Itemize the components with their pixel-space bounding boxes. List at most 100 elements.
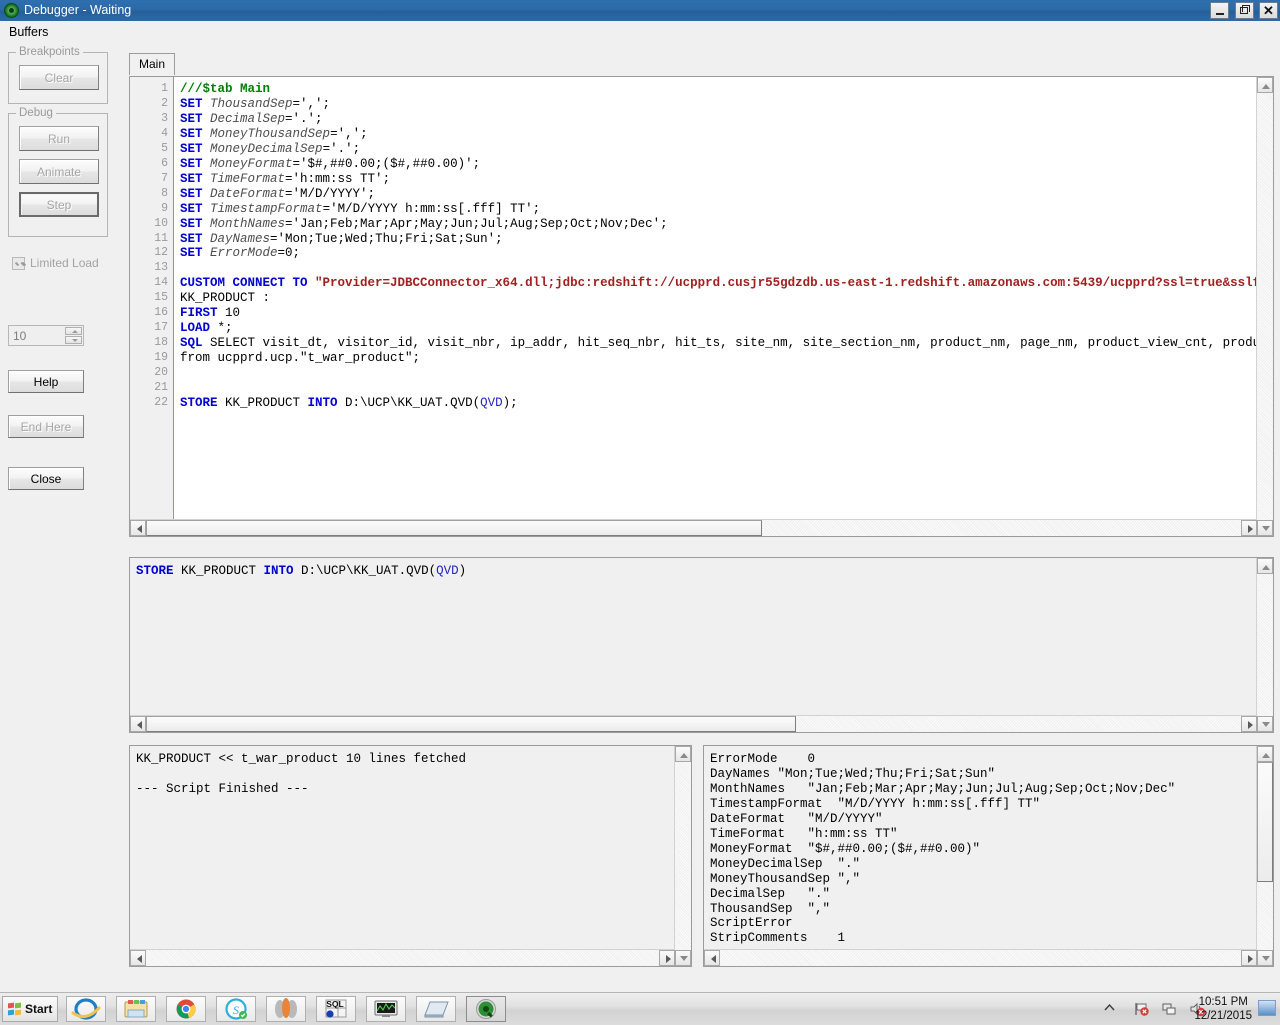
taskbar-item-qlikview[interactable] xyxy=(466,996,506,1022)
scroll-left-icon[interactable] xyxy=(130,716,146,732)
code-line[interactable]: SET DateFormat='M/D/YYYY'; xyxy=(180,187,375,201)
script-output-pane[interactable]: KK_PRODUCT << t_war_product 10 lines fet… xyxy=(129,745,692,967)
scroll-left-icon[interactable] xyxy=(130,520,146,536)
code-line[interactable]: SET MonthNames='Jan;Feb;Mar;Apr;May;Jun;… xyxy=(180,217,668,231)
close-icon[interactable]: ✕ xyxy=(1259,2,1278,19)
code-line[interactable]: SET MoneyThousandSep=','; xyxy=(180,127,368,141)
flag-error-icon[interactable] xyxy=(1133,1001,1150,1017)
stepper-buttons[interactable] xyxy=(65,327,82,344)
scroll-left-icon[interactable] xyxy=(130,950,146,966)
editor-vertical-scrollbar[interactable] xyxy=(1256,77,1273,536)
code-line[interactable]: SET ThousandSep=','; xyxy=(180,97,330,111)
stepper-down-icon[interactable] xyxy=(65,336,82,344)
code-token: SET xyxy=(180,232,203,246)
run-button[interactable]: Run xyxy=(19,126,99,151)
start-label: Start xyxy=(25,1002,52,1016)
variables-vertical-scrollbar[interactable] xyxy=(1256,746,1273,966)
taskbar-item-paint-shop[interactable] xyxy=(266,996,306,1022)
horizontal-scroll-track[interactable] xyxy=(146,950,659,966)
code-line[interactable]: ///$tab Main xyxy=(180,82,270,96)
scroll-up-icon[interactable] xyxy=(1257,746,1273,762)
end-here-button[interactable]: End Here xyxy=(8,415,84,438)
statement-vertical-scrollbar[interactable] xyxy=(1256,558,1273,732)
network-icon[interactable] xyxy=(1161,1001,1178,1017)
show-hidden-icons-button[interactable] xyxy=(1101,1001,1118,1017)
clear-breakpoints-button[interactable]: Clear xyxy=(19,65,99,90)
variables-horizontal-scrollbar[interactable] xyxy=(704,949,1257,966)
current-statement-pane[interactable]: STORE KK_PRODUCT INTO D:\UCP\KK_UAT.QVD(… xyxy=(129,557,1274,733)
code-token: ) xyxy=(459,564,467,578)
editor-horizontal-scrollbar[interactable] xyxy=(130,519,1257,536)
taskbar-item-notepad[interactable] xyxy=(416,996,456,1022)
horizontal-scroll-track[interactable] xyxy=(720,950,1241,966)
stepper-up-icon[interactable] xyxy=(65,327,82,335)
restore-button[interactable] xyxy=(1235,2,1254,19)
start-button[interactable]: Start xyxy=(2,996,58,1022)
vertical-scroll-track[interactable] xyxy=(1257,93,1273,520)
clock[interactable]: 10:51 PM 12/21/2015 xyxy=(1194,995,1252,1023)
horizontal-scroll-thumb[interactable] xyxy=(146,520,762,536)
code-line[interactable]: LOAD *; xyxy=(180,321,233,335)
statement-horizontal-scrollbar[interactable] xyxy=(130,715,1257,732)
scroll-up-icon[interactable] xyxy=(1257,77,1273,93)
vertical-scroll-track[interactable] xyxy=(1257,574,1273,716)
code-line[interactable]: FIRST 10 xyxy=(180,306,240,320)
scroll-down-icon[interactable] xyxy=(1257,716,1273,732)
code-line[interactable]: from ucpprd.ucp."t_war_product"; xyxy=(180,351,420,365)
code-line[interactable]: SET DecimalSep='.'; xyxy=(180,112,323,126)
limited-load-checkbox[interactable]: Limited Load xyxy=(12,256,112,272)
code-line[interactable]: SET MoneyDecimalSep='.'; xyxy=(180,142,360,156)
limited-load-quantity-stepper[interactable]: 10 xyxy=(8,325,84,346)
vertical-scroll-thumb[interactable] xyxy=(1257,762,1273,882)
code-token: MoneyFormat xyxy=(210,157,293,171)
taskbar-item-system-monitor[interactable] xyxy=(366,996,406,1022)
variables-pane[interactable]: ErrorMode 0DayNames "Mon;Tue;Wed;Thu;Fri… xyxy=(703,745,1274,967)
taskbar-item-sql-server[interactable]: SQL xyxy=(316,996,356,1022)
scroll-up-icon[interactable] xyxy=(675,746,691,762)
line-number: 2 xyxy=(161,97,168,110)
script-code[interactable]: ///$tab MainSET ThousandSep=',';SET Deci… xyxy=(180,77,1273,536)
scroll-down-icon[interactable] xyxy=(1257,520,1273,536)
taskbar-item-chrome[interactable] xyxy=(166,996,206,1022)
menu-item-buffers[interactable]: Buffers xyxy=(5,24,52,40)
code-token xyxy=(203,172,211,186)
code-line[interactable]: SQL SELECT visit_dt, visitor_id, visit_n… xyxy=(180,336,1273,350)
scroll-right-icon[interactable] xyxy=(1241,950,1257,966)
taskbar-item-file-explorer[interactable] xyxy=(116,996,156,1022)
minimize-button[interactable] xyxy=(1210,2,1229,19)
output-horizontal-scrollbar[interactable] xyxy=(130,949,675,966)
code-line[interactable]: STORE KK_PRODUCT INTO D:\UCP\KK_UAT.QVD(… xyxy=(180,396,518,410)
scroll-up-icon[interactable] xyxy=(1257,558,1273,574)
checkbox-box[interactable] xyxy=(12,257,25,270)
code-line[interactable]: SET DayNames='Mon;Tue;Wed;Thu;Fri;Sat;Su… xyxy=(180,232,503,246)
code-token: ='Mon;Tue;Wed;Thu;Fri;Sat;Sun'; xyxy=(270,232,503,246)
code-line[interactable]: SET TimestampFormat='M/D/YYYY h:mm:ss[.f… xyxy=(180,202,540,216)
line-number: 9 xyxy=(161,202,168,215)
code-line[interactable]: SET MoneyFormat='$#,##0.00;($#,##0.00)'; xyxy=(180,157,480,171)
code-line[interactable]: SET ErrorMode=0; xyxy=(180,246,300,260)
close-button[interactable]: Close xyxy=(8,467,84,490)
taskbar-item-skype[interactable]: S xyxy=(216,996,256,1022)
script-editor[interactable]: 12345678910111213141516171819202122 ///$… xyxy=(130,77,1273,536)
scroll-down-icon[interactable] xyxy=(675,950,691,966)
step-button[interactable]: Step xyxy=(19,192,99,217)
script-editor-pane[interactable]: 12345678910111213141516171819202122 ///$… xyxy=(129,76,1274,537)
scroll-right-icon[interactable] xyxy=(1241,520,1257,536)
scroll-down-icon[interactable] xyxy=(1257,950,1273,966)
tab-main[interactable]: Main xyxy=(129,53,175,75)
code-line[interactable]: CUSTOM CONNECT TO "Provider=JDBCConnecto… xyxy=(180,276,1273,290)
scroll-right-icon[interactable] xyxy=(1241,716,1257,732)
vertical-scroll-track[interactable] xyxy=(675,762,691,950)
sql-server-icon: SQL xyxy=(317,997,355,1021)
code-line[interactable]: KK_PRODUCT : xyxy=(180,291,270,305)
taskbar-item-internet-explorer[interactable] xyxy=(66,996,106,1022)
code-line[interactable]: SET TimeFormat='h:mm:ss TT'; xyxy=(180,172,390,186)
animate-button[interactable]: Animate xyxy=(19,159,99,184)
scroll-left-icon[interactable] xyxy=(704,950,720,966)
help-button[interactable]: Help xyxy=(8,370,84,393)
show-desktop-button[interactable] xyxy=(1258,1000,1276,1016)
scroll-right-icon[interactable] xyxy=(659,950,675,966)
output-vertical-scrollbar[interactable] xyxy=(674,746,691,966)
statement-line: STORE KK_PRODUCT INTO D:\UCP\KK_UAT.QVD(… xyxy=(136,564,466,578)
horizontal-scroll-thumb[interactable] xyxy=(146,716,796,732)
